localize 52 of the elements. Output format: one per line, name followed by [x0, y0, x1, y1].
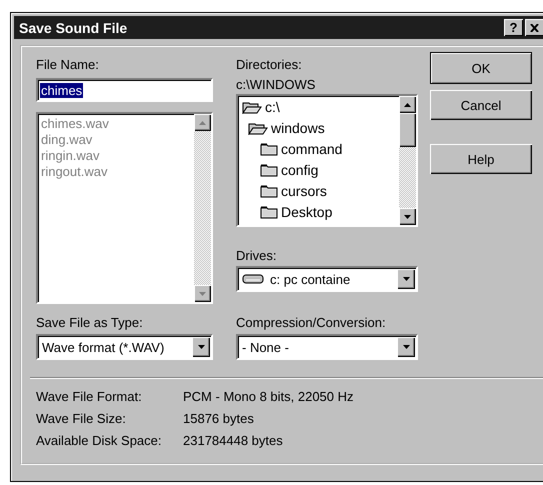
scroll-up-button[interactable] — [194, 114, 211, 131]
dialog-button[interactable]: OK — [430, 52, 532, 84]
folder-icon — [260, 162, 278, 176]
current-directory: c:\WINDOWS — [236, 76, 316, 94]
dropdown[interactable]: - None - — [236, 334, 418, 360]
dropdown[interactable]: Wave format (*.WAV) — [36, 334, 213, 360]
dropdown-value: c: pc containe — [270, 272, 350, 286]
compression-label: Compression/Conversion: — [236, 316, 387, 330]
scroll-thumb[interactable] — [399, 113, 416, 147]
info-value: PCM - Mono 8 bits, 22050 Hz — [183, 390, 355, 404]
directory-item[interactable]: Desktop — [281, 204, 332, 220]
scroll-down-button[interactable] — [399, 208, 416, 225]
open-folder-icon — [248, 120, 268, 134]
info-value: 15876 bytes — [183, 412, 255, 426]
folder-icon — [260, 142, 278, 156]
help-title-button[interactable]: ? — [504, 19, 523, 36]
drive-icon — [242, 274, 264, 284]
down-arrow-icon — [402, 345, 410, 349]
down-arrow-icon — [199, 292, 206, 296]
file-name-field[interactable]: chimes — [36, 78, 213, 102]
dialog-button[interactable]: Help — [430, 144, 532, 174]
dropdown-value: Wave format (*.WAV) — [42, 340, 164, 354]
folder-icon — [260, 184, 278, 198]
close-button[interactable] — [525, 19, 543, 36]
directory-item[interactable]: c:\ — [265, 98, 280, 114]
info-label: Wave File Format: — [36, 390, 143, 404]
directory-tree[interactable]: c:\ windows command config cursors Desktop — [236, 94, 418, 227]
window-title: Save Sound File — [19, 20, 128, 36]
scroll-up-button[interactable] — [399, 96, 416, 113]
open-folder-icon — [242, 100, 262, 114]
down-arrow-icon — [404, 214, 411, 218]
directory-item[interactable]: windows — [271, 120, 325, 136]
folder-icon — [260, 204, 278, 218]
info-label: Wave File Size: — [36, 412, 127, 426]
drives-label: Drives: — [236, 249, 278, 263]
dropdown[interactable]: c: pc containe — [236, 266, 418, 292]
down-arrow-icon — [402, 277, 410, 281]
directories-label: Directories: — [236, 58, 303, 72]
directory-item[interactable]: command — [281, 140, 342, 156]
close-icon — [530, 24, 539, 32]
directory-item[interactable]: config — [281, 162, 318, 178]
down-arrow-icon — [198, 345, 204, 349]
file-name-label: File Name: — [36, 58, 100, 72]
scroll-down-button[interactable] — [194, 285, 211, 302]
save-type-label: Save File as Type: — [36, 316, 144, 330]
up-arrow-icon — [199, 120, 206, 124]
dropdown-value: - None - — [242, 340, 289, 354]
up-arrow-icon — [404, 102, 411, 106]
info-label: Available Disk Space: — [36, 434, 162, 448]
directory-item[interactable]: cursors — [281, 182, 327, 198]
dialog-button[interactable]: Cancel — [430, 90, 532, 120]
info-value: 231784448 bytes — [183, 434, 284, 448]
